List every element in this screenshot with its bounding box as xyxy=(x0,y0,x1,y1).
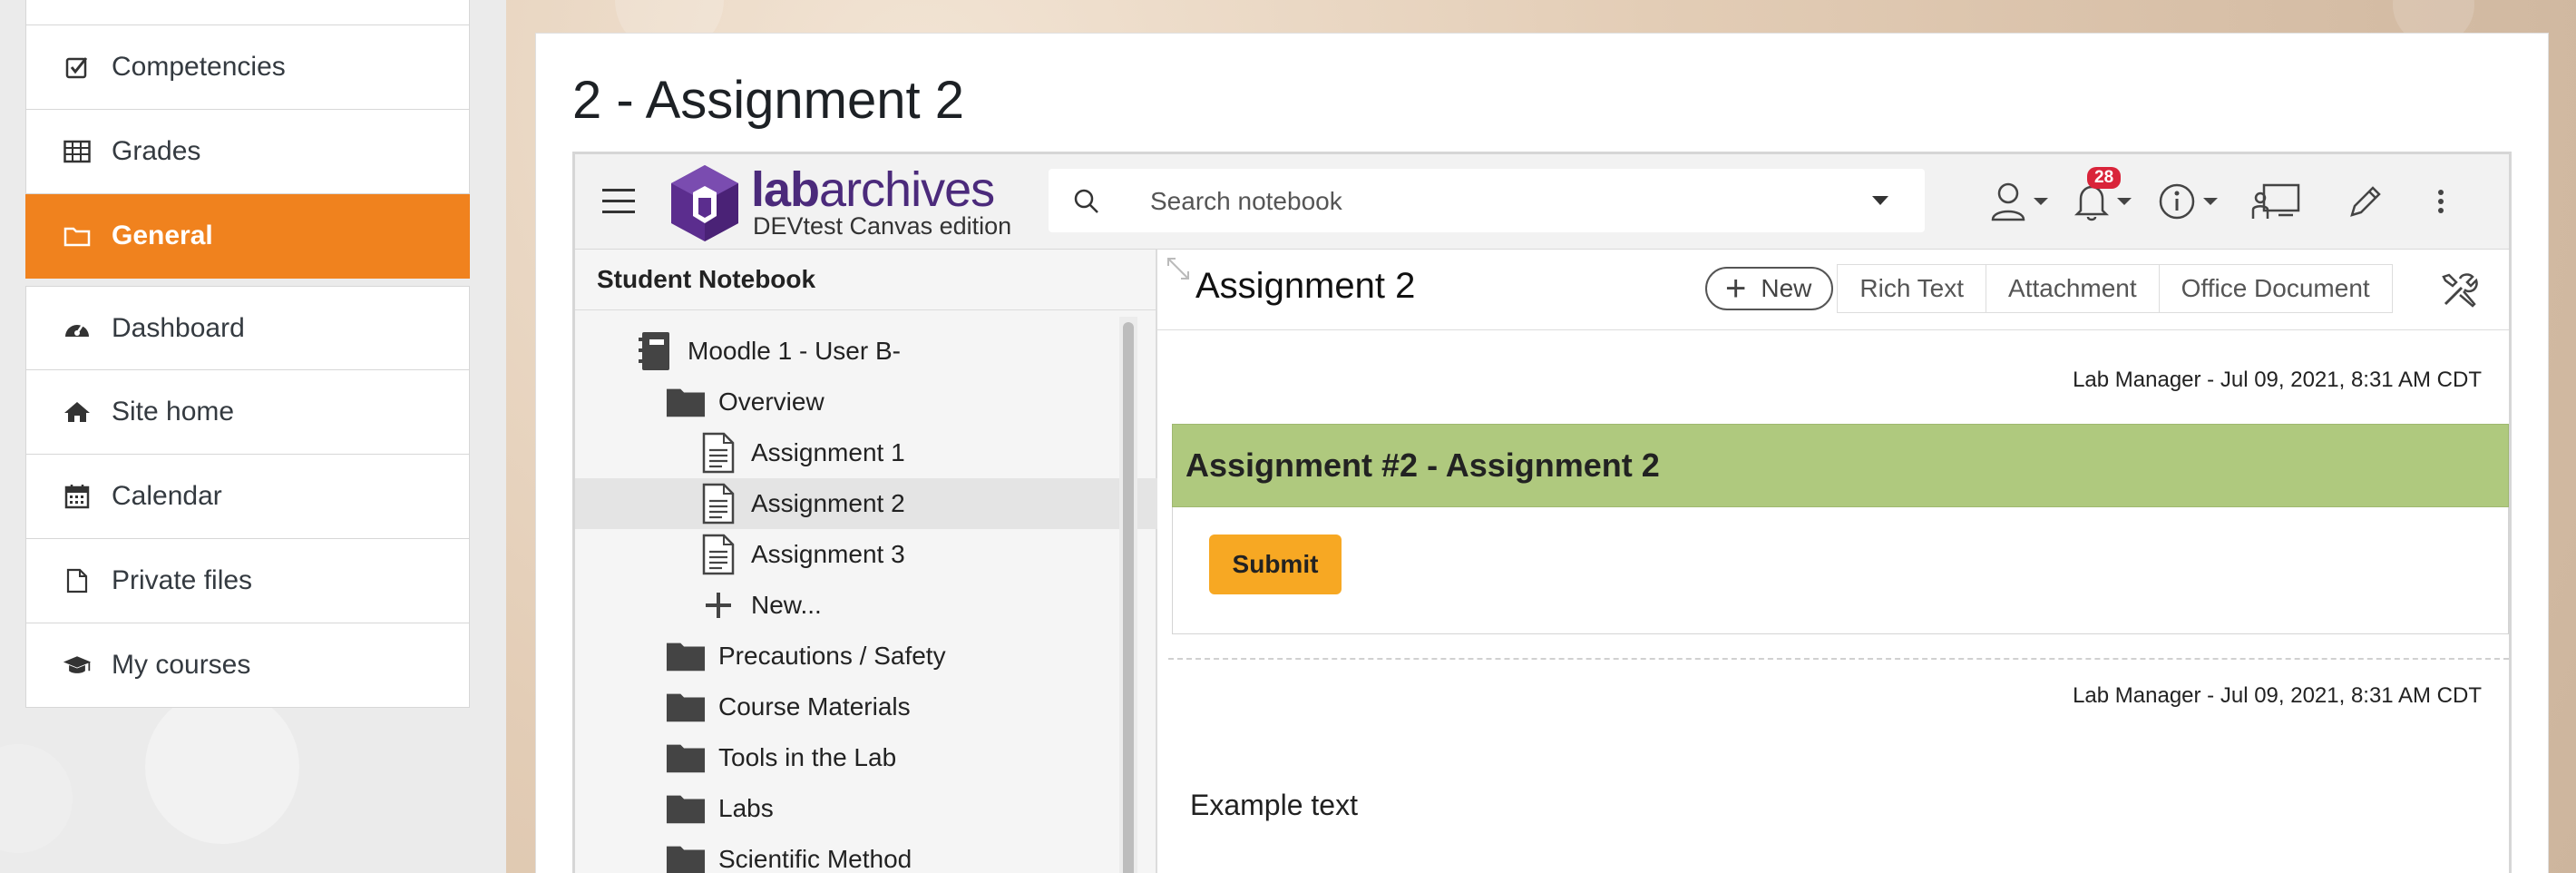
tree-header: Student Notebook xyxy=(575,250,1156,310)
more-vertical-icon xyxy=(2438,190,2444,213)
sidebar-nav: Competencies Grades General Dashboard Si… xyxy=(25,0,470,708)
new-entry-button[interactable]: + New xyxy=(1705,267,1834,310)
tools-icon[interactable] xyxy=(2440,271,2478,314)
sidebar-item-label: General xyxy=(112,221,213,250)
folder-icon xyxy=(666,789,706,829)
edition-label: DEVtest Canvas edition xyxy=(753,212,1012,240)
tree-item-folder[interactable]: Tools in the Lab xyxy=(575,732,1201,783)
entry-heading[interactable]: Assignment #2 - Assignment 2 xyxy=(1172,424,2509,507)
user-menu-button[interactable] xyxy=(1990,178,2048,225)
page-icon xyxy=(698,432,738,474)
graduation-cap-icon xyxy=(63,651,92,680)
entry-meta: Lab Manager - Jul 09, 2021, 8:31 AM CDT xyxy=(2073,368,2482,392)
tree-item-folder[interactable]: Overview xyxy=(575,377,1201,427)
sidebar-item-label: Grades xyxy=(112,136,201,166)
chevron-down-icon xyxy=(2117,198,2132,205)
dashboard-icon xyxy=(63,314,92,343)
sidebar-item-private-files[interactable]: Private files xyxy=(25,539,470,623)
scrollbar-thumb[interactable] xyxy=(1123,322,1134,873)
attachment-button[interactable]: Attachment xyxy=(1986,264,2160,313)
calendar-icon xyxy=(63,482,92,511)
edit-button[interactable] xyxy=(2347,178,2385,225)
labarchives-brand: labarchives xyxy=(751,162,995,217)
presentation-icon xyxy=(2251,183,2300,219)
more-menu-button[interactable] xyxy=(2435,178,2447,225)
folder-icon xyxy=(63,221,92,250)
notebook-icon xyxy=(635,331,675,371)
search-input[interactable] xyxy=(1148,181,1841,221)
plus-icon: + xyxy=(1725,269,1747,309)
plus-icon xyxy=(698,585,738,625)
page-icon xyxy=(698,483,738,525)
sidebar-item-my-courses[interactable]: My courses xyxy=(25,623,470,708)
tree-item-folder[interactable]: Precautions / Safety xyxy=(575,631,1201,682)
rich-text-button[interactable]: Rich Text xyxy=(1837,264,1987,313)
folder-icon xyxy=(666,382,706,422)
sidebar-item-general[interactable]: General xyxy=(25,194,470,279)
folder-icon xyxy=(666,738,706,778)
add-entry-toolbar: + New Rich Text Attachment Office Docume… xyxy=(1705,264,2393,313)
tree-item-folder[interactable]: Scientific Method xyxy=(575,834,1201,873)
notebook-tree-panel: Student Notebook Moodle 1 - User B- Over… xyxy=(575,250,1234,873)
page-title: 2 - Assignment 2 xyxy=(572,71,964,130)
submit-widget: Submit xyxy=(1172,507,2509,634)
entry-page-title: Assignment 2 xyxy=(1195,266,1416,306)
sidebar-item-grades[interactable]: Grades xyxy=(25,110,470,194)
tree-scrollbar[interactable] xyxy=(1119,317,1137,873)
folder-icon xyxy=(666,636,706,676)
chevron-down-icon xyxy=(2034,198,2048,205)
search-icon[interactable] xyxy=(1072,187,1101,221)
tree-item-folder[interactable]: Labs xyxy=(575,783,1201,834)
file-icon xyxy=(63,566,92,595)
office-document-button[interactable]: Office Document xyxy=(2159,264,2393,313)
page-icon xyxy=(698,534,738,575)
entry-header: Assignment 2 + New Rich Text Attachment … xyxy=(1157,250,2509,330)
main-card: 2 - Assignment 2 labarchives DEVtest Can… xyxy=(535,33,2549,873)
chevron-down-icon[interactable] xyxy=(1872,196,1888,205)
sidebar-item-previous[interactable] xyxy=(25,0,470,25)
sidebar-item-label: Calendar xyxy=(112,481,222,511)
presentation-button[interactable] xyxy=(2251,178,2300,225)
labarchives-toolbar: labarchives DEVtest Canvas edition 28 xyxy=(575,154,2509,250)
labarchives-logo xyxy=(669,163,740,243)
hamburger-menu-icon[interactable] xyxy=(602,189,635,216)
home-icon xyxy=(63,397,92,427)
sidebar-item-label: Competencies xyxy=(112,52,286,82)
entry-divider xyxy=(1168,658,2509,660)
sidebar-item-dashboard[interactable]: Dashboard xyxy=(25,286,470,370)
labarchives-frame: labarchives DEVtest Canvas edition 28 xyxy=(572,152,2512,873)
user-icon xyxy=(1991,182,2025,221)
check-square-icon xyxy=(63,53,92,82)
page-content: Assignment 2 + New Rich Text Attachment … xyxy=(1157,250,2509,873)
submit-button[interactable]: Submit xyxy=(1209,535,1342,594)
sidebar-item-label: My courses xyxy=(112,650,251,680)
sidebar-item-label: Dashboard xyxy=(112,312,245,343)
pencil-icon xyxy=(2350,186,2381,217)
search-box xyxy=(1049,169,1925,232)
notification-count-badge: 28 xyxy=(2087,167,2122,189)
sidebar-item-label: Private files xyxy=(112,565,253,595)
help-menu-button[interactable] xyxy=(2158,178,2218,225)
info-icon xyxy=(2159,183,2195,220)
folder-icon xyxy=(666,839,706,873)
sidebar-item-label: Site home xyxy=(112,397,235,427)
resize-icon[interactable] xyxy=(1165,255,1192,287)
table-icon xyxy=(63,137,92,166)
rich-text-entry[interactable]: Example text xyxy=(1190,789,1358,822)
tree-item-folder[interactable]: Course Materials xyxy=(575,682,1201,732)
sidebar-item-site-home[interactable]: Site home xyxy=(25,370,470,455)
sidebar-item-calendar[interactable]: Calendar xyxy=(25,455,470,539)
chevron-down-icon xyxy=(2203,198,2218,205)
folder-icon xyxy=(666,687,706,727)
sidebar-item-competencies[interactable]: Competencies xyxy=(25,25,470,110)
entry-meta: Lab Manager - Jul 09, 2021, 8:31 AM CDT xyxy=(2073,683,2482,708)
tree-item-notebook[interactable]: Moodle 1 - User B- xyxy=(575,326,1170,377)
